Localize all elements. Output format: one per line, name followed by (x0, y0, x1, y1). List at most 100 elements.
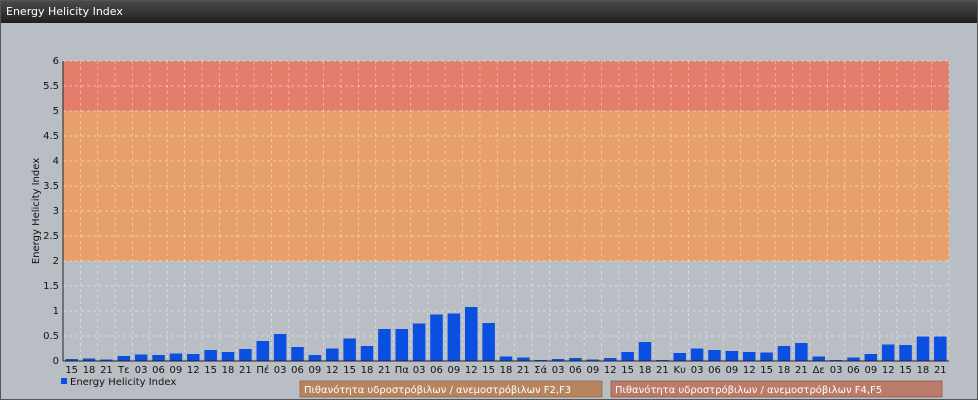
x-tick-label-34: 21 (656, 365, 669, 376)
x-tick-label-0: 15 (65, 365, 78, 376)
x-tick-label-7: 12 (187, 365, 200, 376)
x-tick-label-40: 15 (760, 365, 773, 376)
y-tick-label-6: 3 (53, 206, 59, 217)
x-tick-label-25: 18 (500, 365, 513, 376)
ehi-chart: 0 0.5 1 1.5 2 2.5 3 3.5 4 4.5 5 5.5 6 15 18 21 Τε 03 06 09… (31, 56, 950, 398)
x-tick-label-12: 03 (274, 365, 287, 376)
bar-11 (256, 341, 270, 361)
bar-22 (447, 313, 461, 361)
bar-23 (465, 307, 478, 361)
bar-33 (638, 342, 652, 361)
bar-26 (517, 357, 530, 361)
x-tick-label-42: 21 (795, 365, 808, 376)
bar-8 (204, 350, 217, 361)
y-tick-label-1: 0.5 (43, 331, 59, 342)
x-tick-label-27: Σά (534, 364, 547, 376)
y-axis-label: Energy Helicity Index (31, 158, 42, 264)
y-tick-label-9: 4.5 (43, 131, 59, 142)
x-tick-label-35: Κυ (674, 365, 687, 376)
x-tick-labels: 15 18 21 Τε 03 06 09 12 15 18 21 Πέ 03 06 09 12 15 18 21 Πα… (65, 364, 946, 376)
band-legend-f4f5: Πιθανότητα υδροστρόβιλων / ανεμοστρόβιλω… (610, 380, 943, 398)
x-tick-label-20: 03 (413, 365, 426, 376)
y-tick-label-8: 4 (53, 156, 59, 167)
band-legend-f2f3: Πιθανότητα υδροστρόβιλων / ανεμοστρόβιλω… (299, 380, 603, 398)
x-tick-label-6: 09 (170, 365, 183, 376)
bar-3 (117, 356, 131, 361)
bar-21 (430, 314, 443, 361)
x-tick-label-15: 12 (326, 365, 339, 376)
x-tick-label-4: 03 (135, 365, 148, 376)
bar-24 (482, 323, 495, 361)
x-tick-label-45: 06 (847, 365, 860, 376)
x-tick-label-21: 06 (430, 365, 443, 376)
y-tick-label-3: 1.5 (43, 281, 59, 292)
bar-12 (273, 334, 287, 361)
x-tick-label-28: 03 (552, 365, 565, 376)
bar-15 (326, 348, 339, 361)
x-tick-label-10: 21 (239, 365, 252, 376)
y-tick-label-7: 3.5 (43, 181, 59, 192)
bar-4 (134, 354, 148, 361)
x-tick-label-29: 06 (569, 365, 582, 376)
bar-14 (308, 355, 322, 361)
bar-13 (291, 347, 304, 361)
y-tick-label-5: 2.5 (43, 231, 59, 242)
bar-41 (777, 346, 791, 361)
x-tick-label-39: 12 (743, 365, 756, 376)
x-tick-label-38: 09 (725, 365, 738, 376)
x-tick-label-41: 18 (778, 365, 791, 376)
x-tick-label-13: 06 (291, 365, 304, 376)
x-tick-label-46: 09 (864, 365, 877, 376)
x-tick-label-5: 06 (152, 365, 165, 376)
x-tick-label-47: 12 (882, 365, 895, 376)
x-tick-label-19: Πα (395, 365, 410, 376)
bar-25 (499, 356, 513, 361)
bar-7 (187, 354, 200, 361)
x-tick-label-2: 21 (100, 365, 113, 376)
y-tick-label-2: 1 (53, 306, 59, 317)
y-tick-labels: 0 0.5 1 1.5 2 2.5 3 3.5 4 4.5 5 5.5 6 (43, 56, 59, 367)
legend: Energy Helicity Index (61, 377, 176, 388)
bar-10 (239, 349, 252, 361)
x-tick-label-11: Πέ (256, 364, 269, 376)
x-tick-label-50: 21 (934, 365, 947, 376)
bar-series (65, 307, 947, 361)
x-tick-label-33: 18 (639, 365, 652, 376)
y-tick-label-4: 2 (53, 256, 59, 267)
x-tick-label-44: 03 (830, 365, 843, 376)
bar-32 (621, 352, 634, 361)
x-tick-label-43: Δε (813, 365, 825, 376)
x-tick-label-37: 06 (708, 365, 721, 376)
band-legend-f2f3-label: Πιθανότητα υδροστρόβιλων / ανεμοστρόβιλω… (304, 384, 571, 396)
bar-6 (169, 353, 183, 361)
bar-42 (795, 343, 808, 361)
x-tick-label-17: 18 (361, 365, 374, 376)
bar-48 (899, 345, 912, 361)
y-tick-label-0: 0 (53, 356, 59, 367)
bar-43 (812, 356, 825, 361)
bar-9 (221, 352, 235, 361)
bar-38 (725, 351, 739, 361)
band-legend-f4f5-label: Πιθανότητα υδροστρόβιλων / ανεμοστρόβιλω… (615, 384, 882, 396)
chart-frame: Energy Helicity Index 0 0.5 1 1.5 2 2.5 3 3.5 4 4… (0, 0, 978, 400)
bar-46 (864, 354, 878, 361)
x-tick-label-14: 09 (309, 365, 322, 376)
bar-18 (378, 329, 391, 361)
bar-17 (360, 346, 374, 361)
x-tick-label-32: 15 (621, 365, 634, 376)
bar-20 (412, 323, 426, 361)
bar-40 (760, 352, 773, 361)
bar-19 (395, 329, 409, 361)
x-tick-label-31: 12 (604, 365, 617, 376)
x-tick-label-9: 18 (222, 365, 235, 376)
legend-label-ehi: Energy Helicity Index (70, 377, 176, 388)
x-tick-label-24: 15 (482, 365, 495, 376)
x-tick-label-36: 03 (691, 365, 704, 376)
bar-50 (934, 336, 947, 361)
bar-37 (708, 350, 721, 361)
y-tick-label-10: 5 (53, 106, 59, 117)
x-tick-label-8: 15 (204, 365, 217, 376)
bar-35 (673, 353, 686, 361)
x-tick-label-48: 15 (899, 365, 912, 376)
x-tick-label-3: Τε (117, 365, 130, 376)
